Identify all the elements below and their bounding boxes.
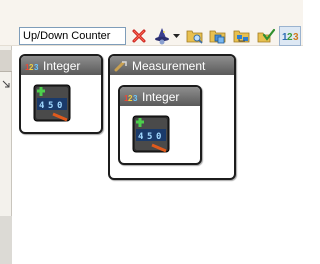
numeric-icon[interactable]: 1 2 3 [279,26,301,46]
block-title: Integer [142,89,180,104]
panel-tab[interactable] [0,50,12,72]
svg-text:4: 4 [39,101,45,111]
delete-icon[interactable] [129,26,149,46]
check-folder-icon[interactable] [256,26,276,46]
block-title-bar[interactable]: Measurement [110,56,234,75]
toolbar: 1 2 3 [0,0,303,46]
block-title-bar[interactable]: 1 2 3 Integer [21,56,101,75]
counter-display-icon[interactable]: 4 5 0 [132,115,170,153]
panel-scrollbar[interactable] [0,216,12,264]
block-title: Integer [43,58,81,73]
svg-text:0: 0 [57,101,62,111]
network-folder-icon[interactable] [232,26,252,46]
svg-text:5: 5 [147,132,152,142]
nested-integer-block[interactable]: 1 2 3 Integer 4 5 0 [118,85,202,165]
left-side-panel [0,46,12,264]
block-title-bar[interactable]: 1 2 3 Integer [120,87,200,106]
svg-text:3: 3 [133,94,138,103]
svg-text:3: 3 [34,63,39,72]
collapse-arrow-icon[interactable] [2,80,12,90]
block-title: Measurement [132,58,206,73]
integer-block[interactable]: 1 2 3 Integer 4 5 0 [19,54,103,134]
measurement-tool-icon [114,60,127,71]
svg-text:4: 4 [138,132,144,142]
counter-display-icon[interactable]: 4 5 0 [33,84,71,122]
folder-search-icon[interactable] [185,26,205,46]
svg-text:3: 3 [293,32,299,42]
integer-type-icon: 1 2 3 [25,63,39,72]
svg-text:0: 0 [156,132,161,142]
integer-type-icon: 1 2 3 [124,94,138,103]
block-name-input[interactable] [19,27,126,45]
svg-text:5: 5 [48,101,53,111]
dropdown-arrow-icon[interactable] [171,26,181,46]
wizard-icon[interactable] [151,26,173,46]
copy-folder-icon[interactable] [208,26,228,46]
